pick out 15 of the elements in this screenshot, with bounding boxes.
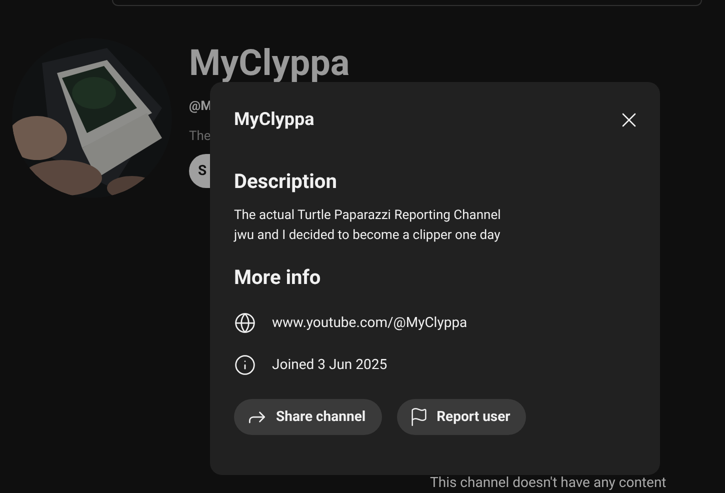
channel-name: MyClyppa: [189, 43, 350, 83]
channel-link[interactable]: www.youtube.com/@MyClyppa: [272, 312, 468, 334]
joined-date: Joined 3 Jun 2025: [272, 356, 388, 374]
globe-icon: [234, 312, 256, 334]
flag-icon: [408, 407, 429, 427]
report-user-button[interactable]: Report user: [396, 399, 526, 435]
description-heading: Description: [234, 168, 338, 195]
channel-description: The: [189, 128, 212, 146]
empty-message: This channel doesn't have any content: [430, 474, 666, 493]
description-line: jwu and I decided to become a clipper one day: [234, 227, 502, 245]
share-channel-button[interactable]: Share channel: [234, 399, 382, 435]
info-icon: [234, 354, 256, 376]
more-info-heading: More info: [234, 264, 322, 291]
description-line: The actual Turtle Paparazzi Reporting Channel: [234, 207, 502, 225]
dialog-title: MyClyppa: [234, 108, 314, 132]
